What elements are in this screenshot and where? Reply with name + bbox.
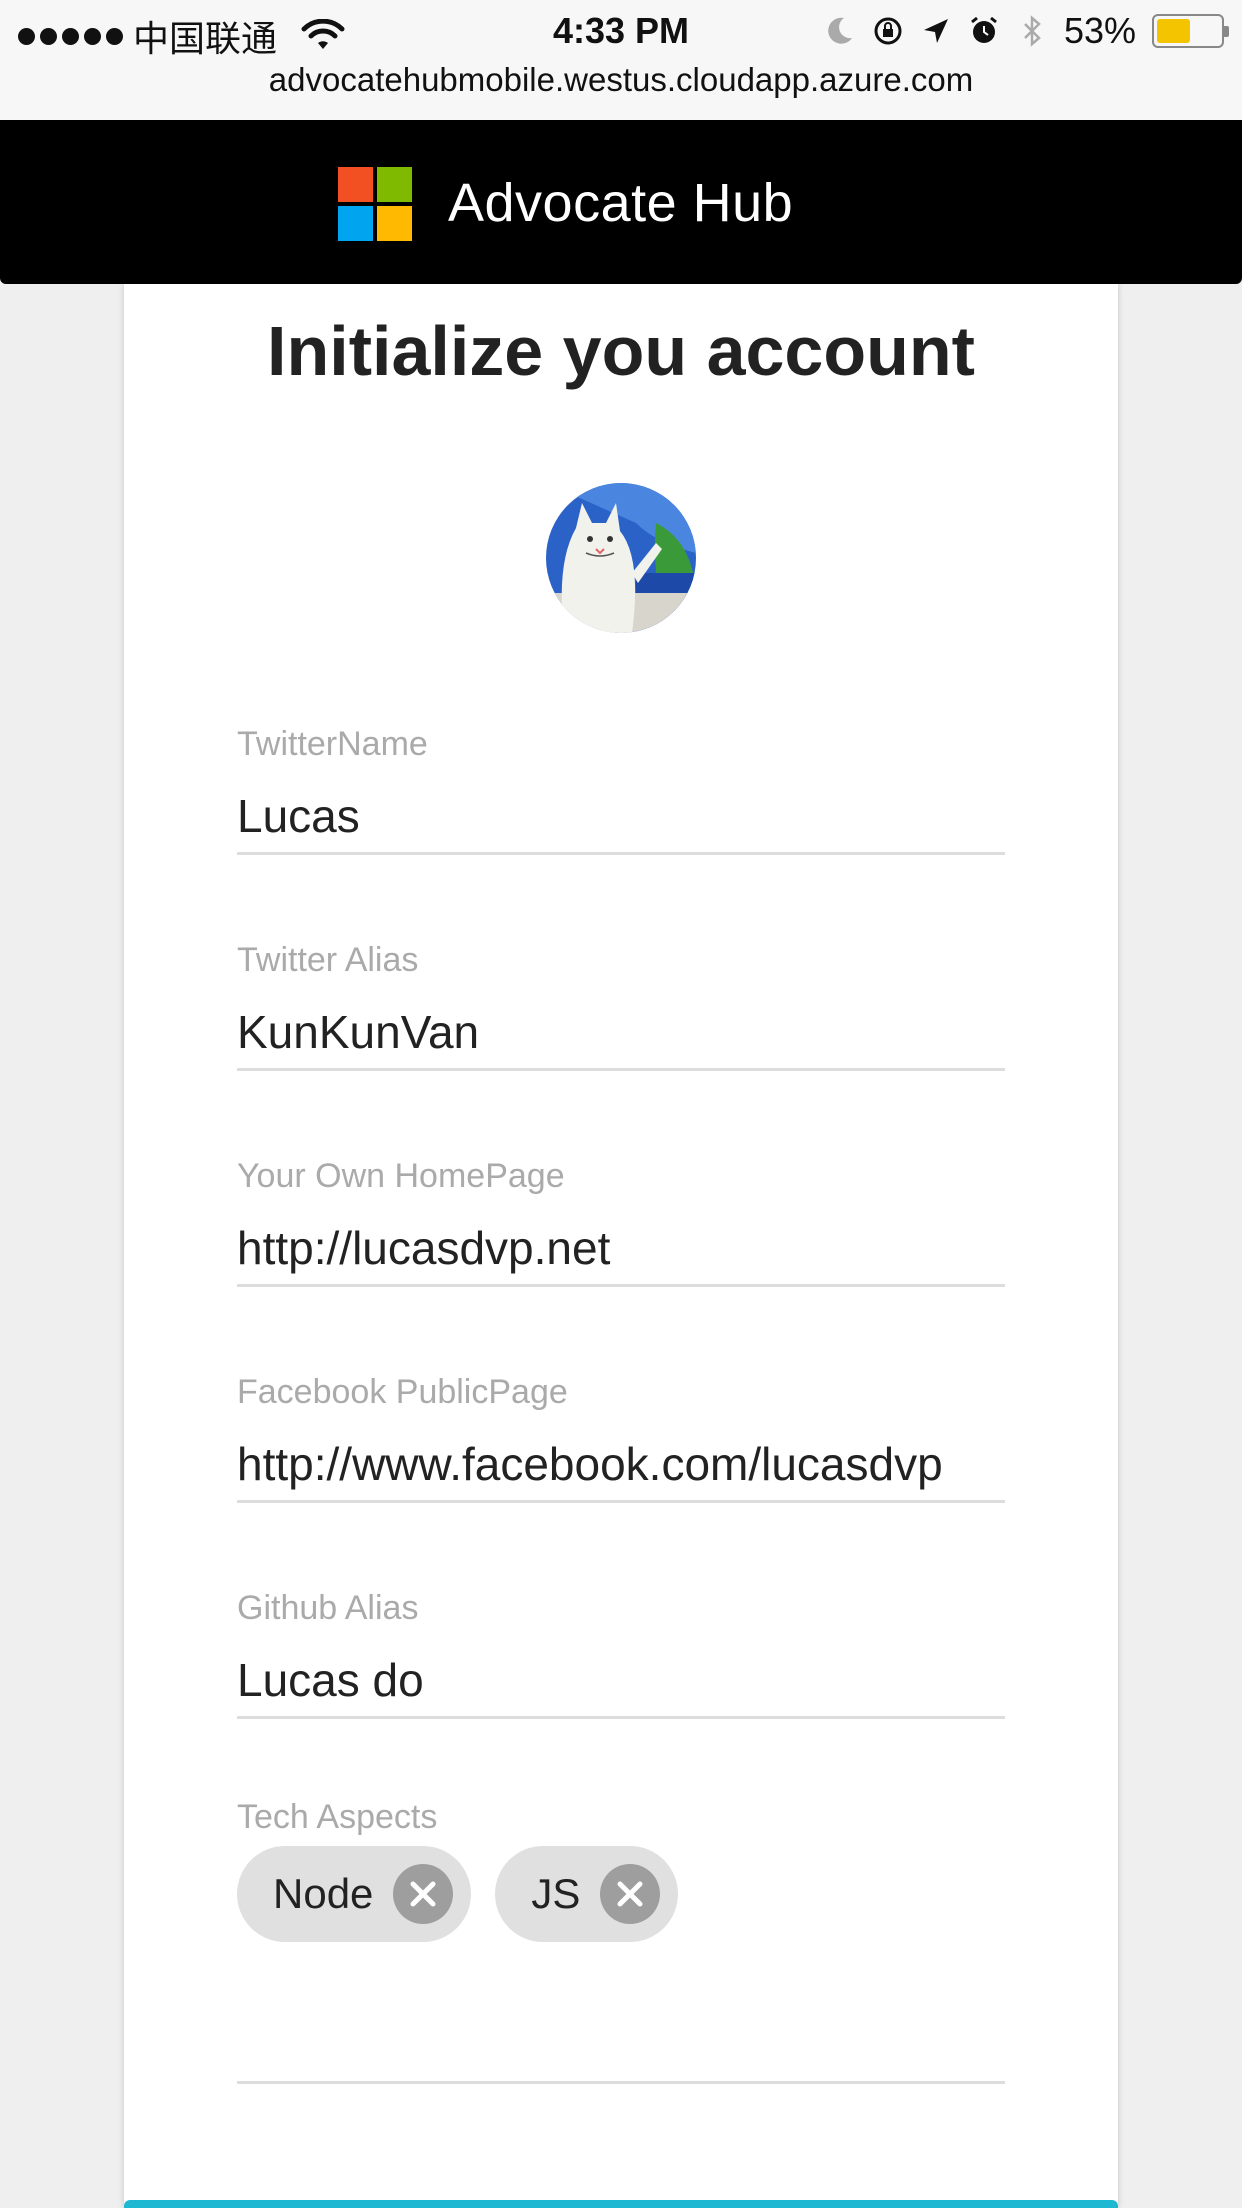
twitter-name-field: TwitterName [237, 725, 1005, 855]
facebook-page-input[interactable] [237, 1417, 1005, 1503]
remove-tag-js-icon[interactable] [600, 1864, 661, 1924]
app-title: Advocate Hub [448, 173, 794, 233]
avatar[interactable] [546, 483, 696, 633]
homepage-label: Your Own HomePage [237, 1157, 565, 1195]
account-form-card: Initialize you account TwitterName Twitt… [124, 284, 1118, 2208]
url-bar[interactable]: advocatehubmobile.westus.cloudapp.azure.… [0, 58, 1242, 120]
facebook-page-field: Facebook PublicPage [237, 1373, 1005, 1503]
twitter-alias-field: Twitter Alias [237, 941, 1005, 1071]
tag-chip-node: Node [237, 1846, 472, 1942]
tag-chip-label: JS [531, 1870, 581, 1917]
github-alias-field: Github Alias [237, 1589, 1005, 1719]
microsoft-logo-icon [338, 167, 412, 241]
app-header: Advocate Hub [0, 120, 1242, 284]
bluetooth-icon [1024, 15, 1041, 47]
homepage-input[interactable] [237, 1201, 1005, 1287]
github-alias-input[interactable] [237, 1633, 1005, 1719]
submit-button[interactable] [124, 2200, 1118, 2208]
facebook-page-label: Facebook PublicPage [237, 1373, 568, 1411]
remove-tag-node-icon[interactable] [393, 1864, 454, 1924]
twitter-alias-label: Twitter Alias [237, 941, 419, 979]
twitter-name-label: TwitterName [237, 725, 428, 763]
page-title: Initialize you account [267, 312, 975, 390]
twitter-name-input[interactable] [237, 769, 1005, 855]
location-arrow-icon [923, 19, 948, 43]
tech-aspects-chips: Node JS [237, 1846, 679, 1942]
tech-aspects-field: Tech Aspects [237, 1798, 1005, 1842]
github-alias-label: Github Alias [237, 1589, 419, 1627]
tag-chip-label: Node [273, 1870, 374, 1917]
battery-percent: 53% [1063, 10, 1136, 51]
rotation-lock-icon [874, 17, 902, 45]
homepage-field: Your Own HomePage [237, 1157, 1005, 1287]
battery-icon [1152, 14, 1229, 48]
tech-aspects-input-underline[interactable] [237, 2081, 1005, 2084]
tech-aspects-label: Tech Aspects [237, 1798, 438, 1836]
status-bar: 中国联通 4:33 PM 53% [0, 0, 1242, 60]
twitter-alias-input[interactable] [237, 985, 1005, 1071]
alarm-icon [971, 16, 997, 43]
tag-chip-js: JS [495, 1846, 679, 1942]
moon-icon [828, 17, 852, 44]
